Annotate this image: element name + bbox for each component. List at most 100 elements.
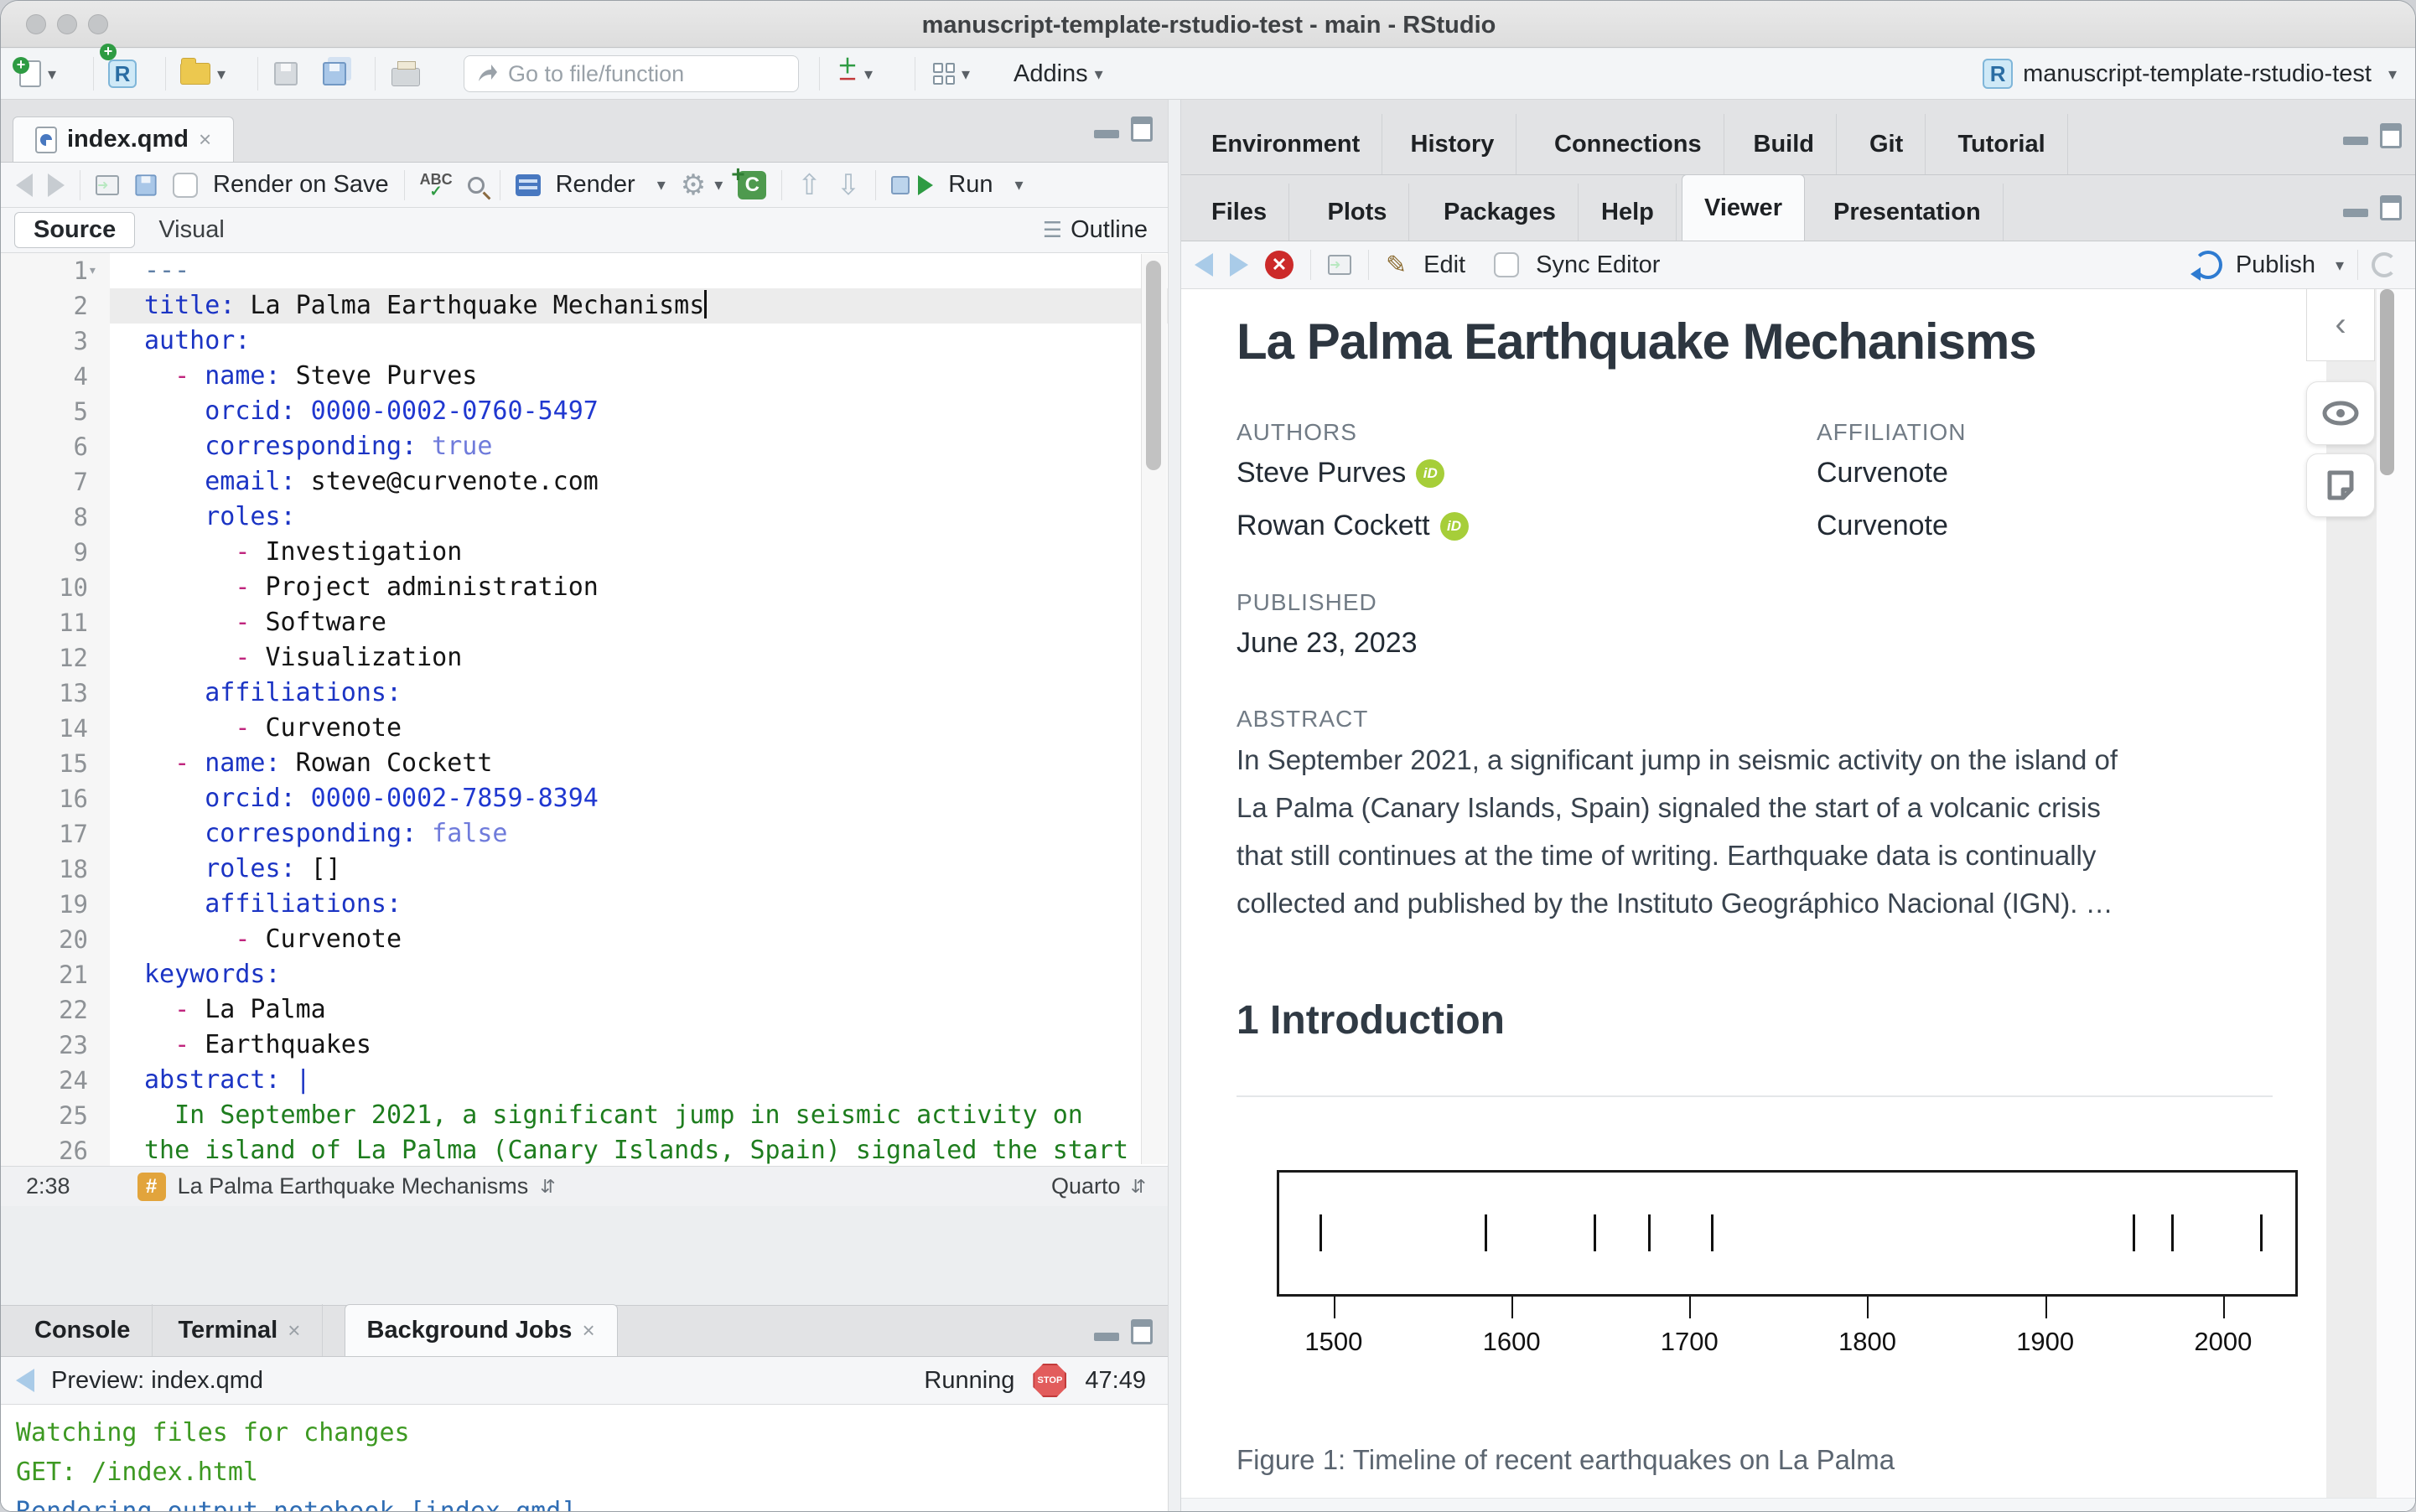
forward-icon[interactable]	[1230, 253, 1248, 277]
outline-toggle[interactable]: ☰ Outline	[1043, 216, 1148, 244]
close-icon[interactable]: ×	[582, 1318, 594, 1344]
viewer-scrollbar-thumb[interactable]	[2380, 289, 2394, 475]
tab-git[interactable]: Git	[1848, 114, 1926, 174]
print-button[interactable]	[391, 49, 420, 99]
code-line-15[interactable]: 15 - name: Rowan Cockett	[1, 746, 1168, 781]
project-menu-button[interactable]: R manuscript-template-rstudio-test ▾	[1983, 49, 2397, 99]
chevron-down-icon[interactable]: ▾	[657, 174, 666, 195]
code-line-21[interactable]: 21keywords:	[1, 957, 1168, 992]
gear-icon[interactable]: ⚙	[681, 171, 706, 199]
section-selector[interactable]: # La Palma Earthquake Mechanisms ⇵	[137, 1173, 556, 1201]
search-icon[interactable]	[468, 177, 485, 194]
source-mode-button[interactable]: Source	[14, 212, 135, 248]
tab-console[interactable]: Console	[13, 1304, 153, 1356]
panes-layout-button[interactable]: ▾	[933, 49, 970, 99]
editor-scrollbar-thumb[interactable]	[1146, 261, 1161, 470]
tab-packages[interactable]: Packages	[1422, 184, 1579, 241]
code-line-25[interactable]: 25 In September 2021, a significant jump…	[1, 1098, 1168, 1133]
open-file-button[interactable]: ▾	[180, 49, 226, 99]
stop-icon[interactable]: STOP	[1033, 1364, 1066, 1397]
minimize-pane-icon[interactable]	[1094, 120, 1119, 138]
tab-presentation[interactable]: Presentation	[1812, 184, 2004, 241]
save-button[interactable]	[274, 49, 298, 99]
code-line-20[interactable]: 20 - Curvenote	[1, 922, 1168, 957]
code-line-26[interactable]: 26the island of La Palma (Canary Islands…	[1, 1133, 1168, 1166]
save-all-button[interactable]	[323, 49, 346, 99]
tab-environment[interactable]: Environment	[1190, 114, 1382, 174]
code-line-7[interactable]: 7 email: steve@curvenote.com	[1, 464, 1168, 500]
forward-icon[interactable]	[48, 173, 65, 197]
maximize-pane-icon[interactable]	[1131, 117, 1153, 142]
code-line-8[interactable]: 8 roles:	[1, 500, 1168, 535]
chevron-down-icon[interactable]: ▾	[1015, 174, 1024, 195]
publish-button[interactable]: Publish	[2236, 251, 2315, 279]
back-icon[interactable]	[1195, 253, 1213, 277]
minimize-pane-icon[interactable]	[2343, 199, 2368, 217]
minimize-pane-icon[interactable]	[1094, 1323, 1119, 1341]
new-file-button[interactable]: + ▾	[19, 49, 56, 99]
orcid-icon[interactable]: iD	[1440, 512, 1469, 541]
collapse-panel-button[interactable]: ‹	[2306, 289, 2375, 361]
fold-arrow-icon[interactable]: ▾	[88, 253, 97, 288]
code-line-23[interactable]: 23 - Earthquakes	[1, 1028, 1168, 1063]
version-control-button[interactable]: ＋－ ▾	[837, 49, 873, 99]
code-line-17[interactable]: 17 corresponding: false	[1, 816, 1168, 852]
tab-history[interactable]: History	[1389, 114, 1517, 174]
code-line-4[interactable]: 4 - name: Steve Purves	[1, 359, 1168, 394]
tab-index-qmd[interactable]: index.qmd ×	[13, 117, 234, 162]
code-line-10[interactable]: 10 - Project administration	[1, 570, 1168, 605]
back-icon[interactable]	[16, 173, 33, 197]
doc-mode-selector[interactable]: Quarto ⇵	[1051, 1173, 1146, 1199]
tab-plots[interactable]: Plots	[1306, 184, 1410, 241]
tab-files[interactable]: Files	[1190, 184, 1289, 241]
maximize-pane-icon[interactable]	[1131, 1319, 1153, 1344]
open-in-new-window-icon[interactable]	[96, 175, 119, 195]
tab-background-jobs[interactable]: Background Jobs×	[345, 1304, 618, 1356]
tab-help[interactable]: Help	[1579, 184, 1677, 241]
close-icon[interactable]: ×	[288, 1318, 300, 1344]
code-line-2[interactable]: 2title: La Palma Earthquake Mechanisms	[1, 288, 1168, 324]
code-line-6[interactable]: 6 corresponding: true	[1, 429, 1168, 464]
vertical-splitter[interactable]	[1168, 100, 1181, 1512]
tab-tutorial[interactable]: Tutorial	[1936, 114, 2068, 174]
code-line-24[interactable]: 24abstract: |	[1, 1063, 1168, 1098]
render-on-save-checkbox[interactable]	[173, 173, 198, 198]
code-line-11[interactable]: 11 - Software	[1, 605, 1168, 640]
save-icon[interactable]	[135, 174, 156, 195]
tab-build[interactable]: Build	[1732, 114, 1838, 174]
tab-viewer[interactable]: Viewer	[1682, 174, 1805, 241]
code-line-5[interactable]: 5 orcid: 0000-0002-0760-5497	[1, 394, 1168, 429]
edit-button[interactable]: Edit	[1423, 251, 1465, 279]
minimize-pane-icon[interactable]	[2343, 127, 2368, 145]
code-line-9[interactable]: 9 - Investigation	[1, 535, 1168, 570]
reader-view-button[interactable]	[2306, 381, 2375, 445]
chevron-down-icon[interactable]: ▾	[714, 174, 723, 195]
code-line-18[interactable]: 18 roles: []	[1, 852, 1168, 887]
code-line-22[interactable]: 22 - La Palma	[1, 992, 1168, 1028]
annotate-button[interactable]	[2306, 453, 2375, 517]
code-line-19[interactable]: 19 affiliations:	[1, 887, 1168, 922]
code-line-1[interactable]: 1▾---	[1, 253, 1168, 288]
close-icon[interactable]: ×	[199, 127, 211, 153]
code-line-3[interactable]: 3author:	[1, 324, 1168, 359]
console-output[interactable]: Watching files for changesGET: /index.ht…	[1, 1405, 1168, 1512]
maximize-pane-icon[interactable]	[2380, 123, 2402, 148]
chevron-down-icon[interactable]: ▾	[2336, 255, 2344, 276]
tab-connections[interactable]: Connections	[1532, 114, 1724, 174]
refresh-icon[interactable]	[2372, 252, 2397, 277]
code-line-14[interactable]: 14 - Curvenote	[1, 711, 1168, 746]
open-in-new-window-icon[interactable]	[1328, 255, 1351, 275]
orcid-icon[interactable]: iD	[1416, 459, 1444, 488]
sync-editor-checkbox[interactable]	[1494, 252, 1519, 277]
code-line-16[interactable]: 16 orcid: 0000-0002-7859-8394	[1, 781, 1168, 816]
clear-viewer-icon[interactable]: ✕	[1265, 251, 1294, 279]
maximize-pane-icon[interactable]	[2380, 195, 2402, 220]
insert-chunk-button[interactable]: C	[738, 171, 766, 199]
addins-button[interactable]: Addins ▾	[1014, 49, 1103, 99]
visual-mode-button[interactable]: Visual	[140, 213, 242, 247]
go-next-section-icon[interactable]: ⇩	[837, 168, 861, 202]
go-previous-section-icon[interactable]: ⇧	[797, 168, 822, 202]
back-icon[interactable]	[16, 1369, 34, 1392]
tab-terminal[interactable]: Terminal×	[157, 1304, 324, 1356]
code-line-13[interactable]: 13 affiliations:	[1, 676, 1168, 711]
